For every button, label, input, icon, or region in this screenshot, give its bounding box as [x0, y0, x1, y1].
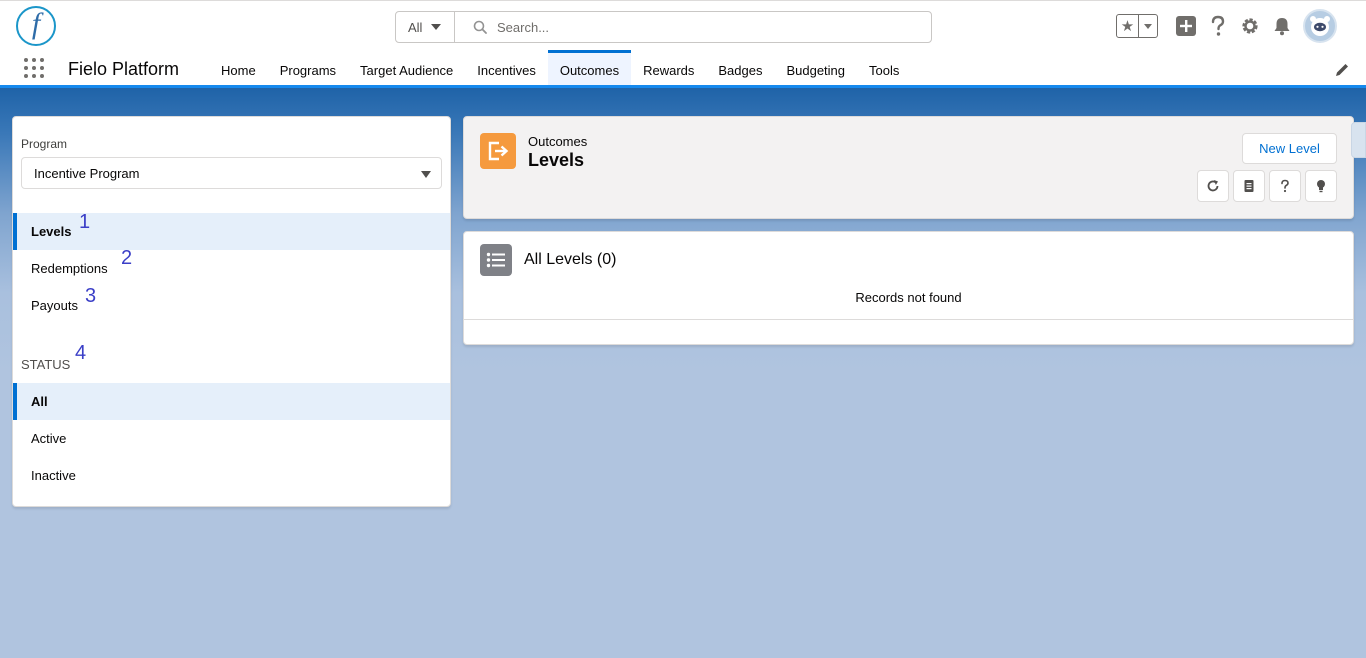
- tab-incentives[interactable]: Incentives: [465, 50, 548, 85]
- tab-badges[interactable]: Badges: [706, 50, 774, 85]
- global-header: f All ★: [0, 0, 1366, 50]
- search-scope-dropdown[interactable]: All: [396, 12, 455, 42]
- refresh-icon: [1207, 180, 1219, 192]
- user-avatar[interactable]: [1303, 9, 1337, 43]
- annotation-number: 2: [121, 247, 133, 269]
- chevron-down-icon: [431, 24, 442, 30]
- help-button[interactable]: [1202, 10, 1234, 42]
- status-item-label: Active: [31, 431, 67, 446]
- lightbulb-icon: [1317, 180, 1325, 193]
- add-icon: [1176, 16, 1196, 36]
- program-label: Program: [21, 137, 68, 151]
- tab-outcomes[interactable]: Outcomes: [547, 50, 632, 85]
- status-section-title: STATUS: [21, 357, 71, 372]
- status-item-all[interactable]: All: [13, 383, 450, 420]
- status-item-inactive[interactable]: Inactive: [13, 457, 450, 494]
- page-header: Outcomes Levels New Level: [463, 116, 1354, 219]
- tab-tools[interactable]: Tools: [857, 50, 911, 85]
- tab-rewards[interactable]: Rewards: [631, 50, 706, 85]
- tab-programs[interactable]: Programs: [268, 50, 348, 85]
- tab-home[interactable]: Home: [209, 50, 268, 85]
- status-item-active[interactable]: Active: [13, 420, 450, 457]
- bell-icon: [1274, 18, 1290, 36]
- sidebar-item-label: Redemptions: [31, 261, 108, 276]
- document-list-icon: [1244, 180, 1254, 192]
- annotation-number: 4: [75, 342, 87, 364]
- edit-nav-icon[interactable]: [1334, 62, 1350, 78]
- refresh-button[interactable]: [1197, 170, 1229, 202]
- divider: [464, 319, 1353, 320]
- status-item-label: Inactive: [31, 468, 76, 483]
- app-navigation: Fielo Platform Home Programs Target Audi…: [0, 50, 1366, 88]
- records-button[interactable]: [1233, 170, 1265, 202]
- search-field: [455, 12, 931, 42]
- global-actions-button[interactable]: [1170, 10, 1202, 42]
- tab-target-audience[interactable]: Target Audience: [348, 50, 465, 85]
- help-icon: [1281, 179, 1289, 193]
- program-select-value: Incentive Program: [34, 165, 140, 181]
- search-input[interactable]: [497, 19, 897, 35]
- logo-letter: f: [31, 7, 41, 40]
- list-view-icon: [480, 244, 512, 276]
- new-level-button[interactable]: New Level: [1242, 133, 1337, 164]
- gear-icon: [1242, 18, 1258, 34]
- header-utilities: ★: [1116, 9, 1337, 43]
- global-search: All: [395, 11, 932, 43]
- utility-panel-toggle[interactable]: [1351, 122, 1366, 158]
- notifications-button[interactable]: [1266, 10, 1298, 42]
- astro-avatar-icon: [1310, 16, 1330, 36]
- tab-budgeting[interactable]: Budgeting: [774, 50, 857, 85]
- fielo-logo[interactable]: f: [16, 6, 56, 46]
- program-select[interactable]: Incentive Program: [21, 157, 442, 189]
- chevron-down-icon: [421, 171, 431, 178]
- object-type-label: Outcomes: [528, 134, 588, 149]
- levels-list-card: All Levels (0) Records not found: [463, 231, 1354, 345]
- favorites-button[interactable]: ★: [1116, 14, 1158, 38]
- help-button[interactable]: [1269, 170, 1301, 202]
- header-action-buttons: [1197, 170, 1337, 202]
- chevron-down-icon: [1144, 23, 1152, 29]
- search-icon: [473, 20, 487, 34]
- search-scope-label: All: [408, 19, 423, 35]
- app-name: Fielo Platform: [68, 59, 180, 79]
- list-icon: [486, 252, 505, 268]
- sidebar-item-payouts[interactable]: Payouts: [13, 287, 450, 324]
- outcomes-object-icon: [480, 133, 516, 169]
- list-title: All Levels (0): [524, 251, 617, 268]
- sidebar-item-redemptions[interactable]: Redemptions: [13, 250, 450, 287]
- nav-tabs: Home Programs Target Audience Incentives…: [209, 50, 911, 85]
- outcomes-sidebar: Program Incentive Program Levels Redempt…: [12, 116, 451, 507]
- annotation-number: 1: [79, 211, 91, 233]
- status-item-label: All: [31, 394, 48, 409]
- favorites-list-button[interactable]: [1139, 15, 1157, 37]
- page-title: Levels: [528, 150, 585, 170]
- setup-button[interactable]: [1234, 10, 1266, 42]
- sidebar-item-label: Levels: [31, 224, 72, 239]
- exit-arrow-icon: [488, 141, 509, 161]
- tips-button[interactable]: [1305, 170, 1337, 202]
- app-launcher-icon[interactable]: [24, 58, 46, 80]
- sidebar-item-label: Payouts: [31, 298, 78, 313]
- annotation-number: 3: [85, 285, 97, 307]
- empty-state-message: Records not found: [855, 290, 962, 305]
- star-icon[interactable]: ★: [1117, 15, 1139, 37]
- help-icon: [1211, 15, 1225, 36]
